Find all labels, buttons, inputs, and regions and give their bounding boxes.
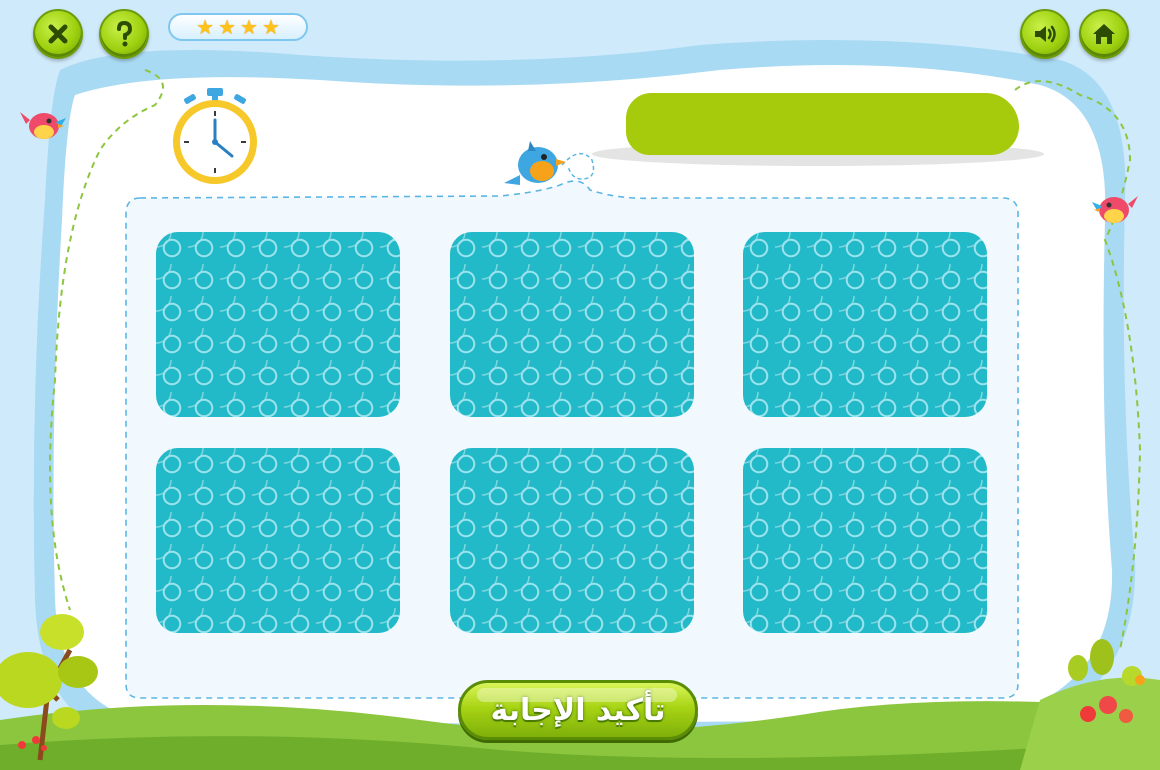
memory-card-2[interactable] <box>450 232 694 417</box>
star-icon: ★ <box>196 15 215 39</box>
sound-button[interactable] <box>1020 9 1070 59</box>
memory-card-6[interactable] <box>743 448 987 633</box>
help-button[interactable] <box>99 9 149 59</box>
memory-card-1[interactable] <box>156 232 400 417</box>
help-icon <box>117 20 133 47</box>
star-icon: ★ <box>218 15 236 39</box>
memory-card-5[interactable] <box>450 448 694 633</box>
close-button[interactable] <box>33 9 83 59</box>
home-icon <box>1093 24 1115 44</box>
home-button[interactable] <box>1079 9 1129 59</box>
stopwatch-icon <box>173 88 257 184</box>
confirm-answer-button[interactable]: تأكيد الإجابة <box>458 680 698 740</box>
button-gloss <box>477 688 677 702</box>
bird-center-icon <box>504 141 595 185</box>
star-rating: ★ ★ ★ ★ <box>168 13 308 41</box>
memory-card-3[interactable] <box>743 232 987 417</box>
star-icon: ★ <box>240 15 258 39</box>
close-icon <box>48 24 68 44</box>
star-icon: ★ <box>261 15 280 39</box>
question-title-bar <box>626 93 1019 155</box>
speaker-icon <box>1035 25 1056 43</box>
bird-right-icon <box>1092 196 1138 223</box>
memory-card-4[interactable] <box>156 448 400 633</box>
bird-left-icon <box>20 112 66 139</box>
